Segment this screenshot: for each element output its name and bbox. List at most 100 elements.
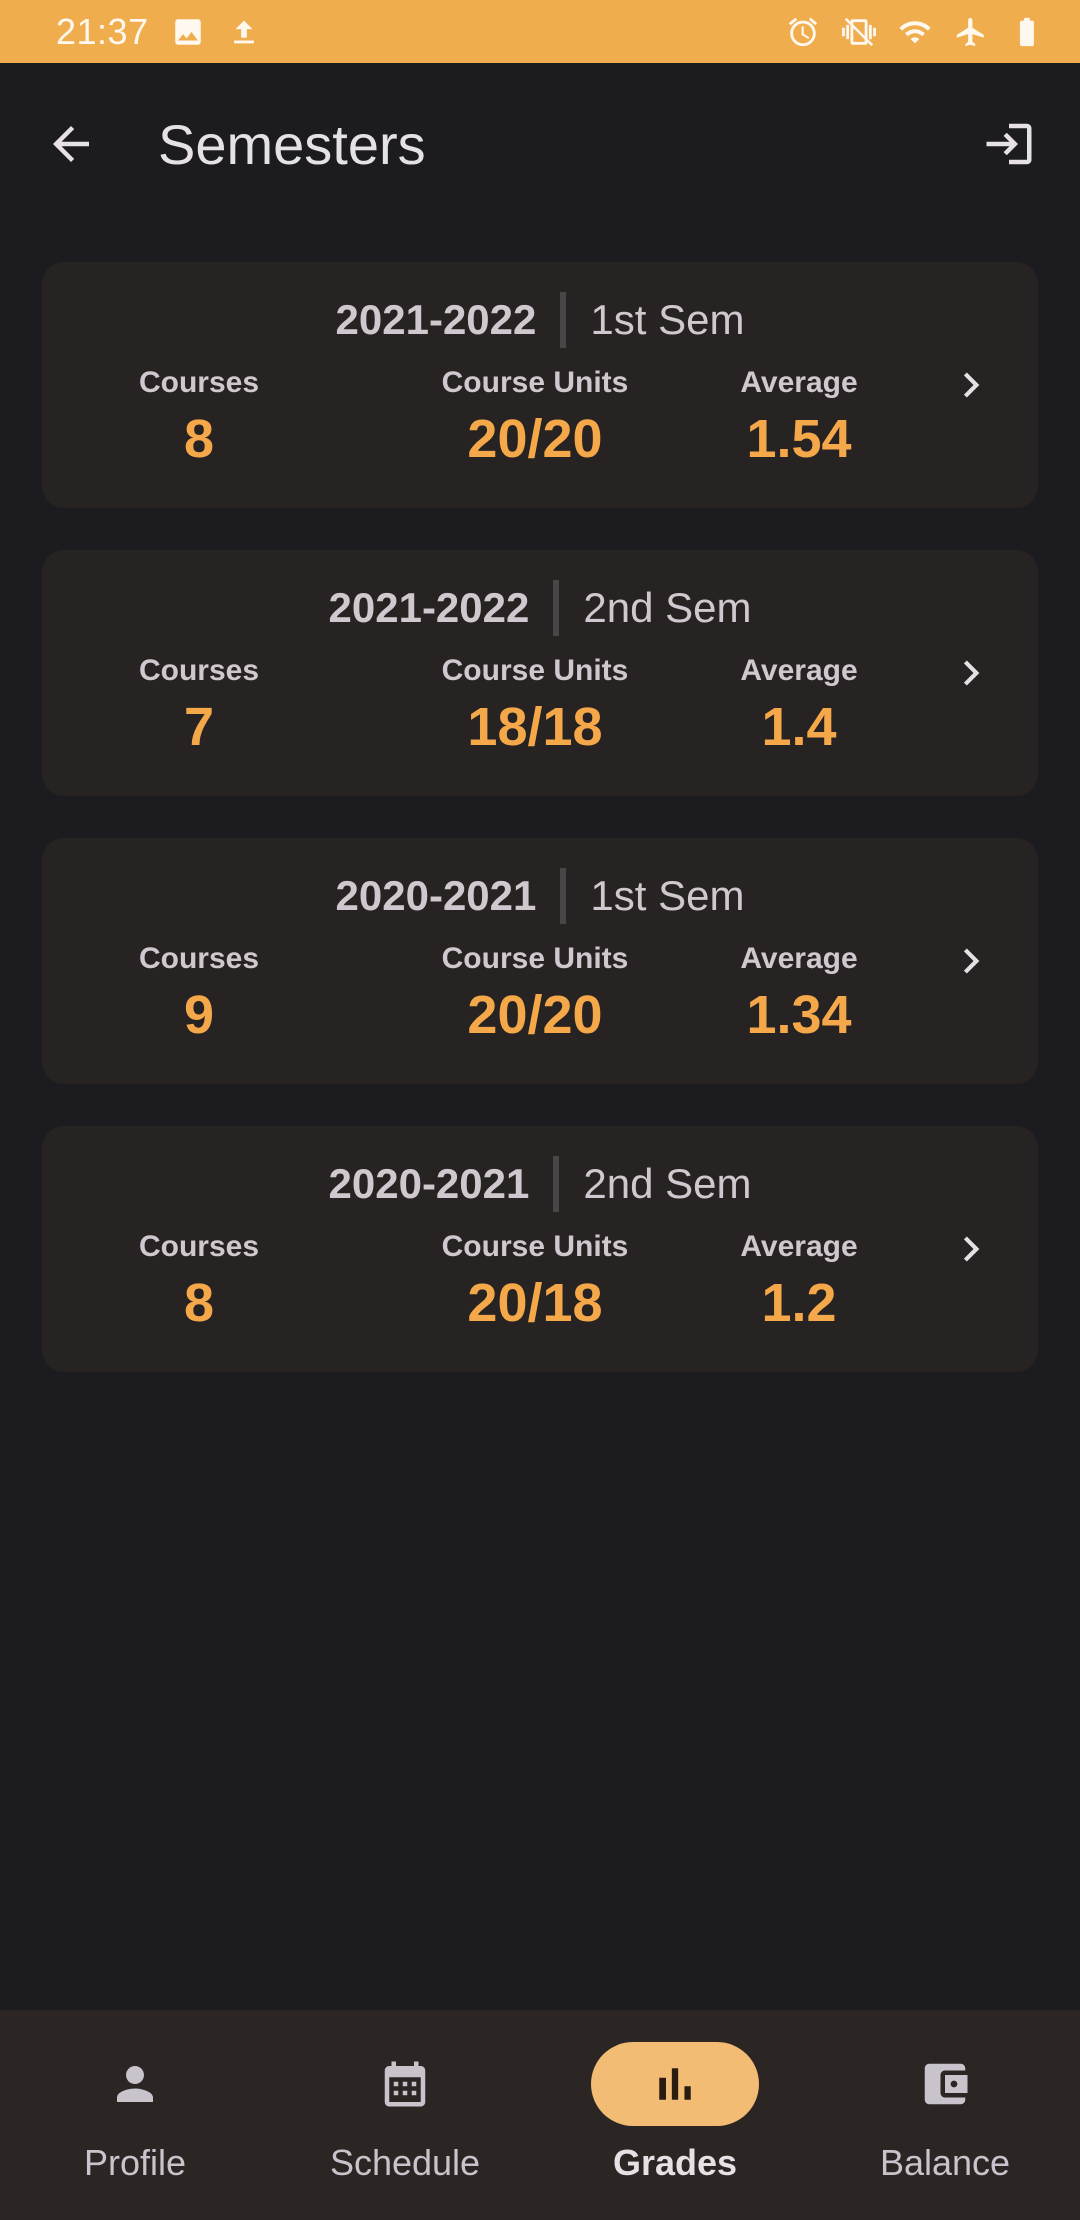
status-time: 21:37: [56, 10, 149, 52]
nav-item-grades[interactable]: Grades: [540, 2010, 810, 2220]
courses-label: Courses: [138, 942, 260, 975]
nav-pill: [861, 2042, 1029, 2126]
app-bar: Semesters: [0, 63, 1080, 225]
units-value: 18/18: [385, 696, 685, 758]
upload-icon: [227, 15, 261, 49]
courses-value: 9: [183, 985, 215, 1045]
courses-label: Courses: [138, 654, 260, 687]
status-right: [786, 15, 1044, 49]
status-left: 21:37: [56, 11, 261, 53]
chevron-right-icon[interactable]: [946, 1224, 996, 1274]
units-earned: 20: [467, 409, 528, 469]
header-divider: [553, 1156, 560, 1212]
back-button[interactable]: [36, 109, 106, 179]
semester-term: 2nd Sem: [583, 584, 752, 631]
average-value: 1.2: [761, 1273, 837, 1333]
units-value: 20/18: [385, 1272, 685, 1334]
courses-stat: Courses 8: [119, 1230, 279, 1334]
nav-label: Balance: [879, 2142, 1011, 2183]
status-bar: 21:37: [0, 0, 1080, 63]
semester-card[interactable]: 2021-2022 2nd Sem Courses 7 Course Units…: [42, 550, 1038, 796]
chevron-right-icon[interactable]: [946, 936, 996, 986]
alarm-icon: [786, 15, 820, 49]
chevron-right-icon[interactable]: [946, 648, 996, 698]
average-label: Average: [740, 1230, 858, 1263]
bar-chart-icon: [659, 2068, 691, 2100]
header-divider: [553, 580, 560, 636]
nav-item-schedule[interactable]: Schedule: [270, 2010, 540, 2220]
semester-year: 2020-2021: [328, 1160, 530, 1207]
person-icon: [117, 2066, 153, 2102]
units-total: 20: [542, 409, 603, 469]
semester-header: 2021-2022 1st Sem: [42, 292, 1038, 348]
semester-card[interactable]: 2020-2021 1st Sem Courses 9 Course Units…: [42, 838, 1038, 1084]
nav-item-profile[interactable]: Profile: [0, 2010, 270, 2220]
semester-year: 2020-2021: [335, 872, 537, 919]
courses-value: 8: [183, 1273, 215, 1333]
semester-card[interactable]: 2021-2022 1st Sem Courses 8 Course Units…: [42, 262, 1038, 508]
units-total: 20: [542, 985, 603, 1045]
nav-label: Profile: [83, 2142, 187, 2183]
semester-term: 1st Sem: [590, 296, 745, 343]
chevron-right-icon[interactable]: [946, 360, 996, 410]
header-divider: [560, 292, 567, 348]
logout-icon: [986, 123, 1032, 165]
courses-value: 8: [183, 409, 215, 469]
battery-icon: [1010, 15, 1044, 49]
semester-card[interactable]: 2020-2021 2nd Sem Courses 8 Course Units…: [42, 1126, 1038, 1372]
semester-header: 2020-2021 2nd Sem: [42, 1156, 1038, 1212]
wallet-icon: [924, 2063, 968, 2105]
units-separator: /: [527, 409, 543, 469]
nav-pill: [51, 2042, 219, 2126]
average-label: Average: [740, 654, 858, 687]
semester-year: 2021-2022: [328, 584, 530, 631]
bottom-nav: Profile Schedule Grades Balance: [0, 2010, 1080, 2220]
units-separator: /: [527, 1273, 543, 1333]
courses-value: 7: [183, 697, 215, 757]
calendar-icon: [384, 2061, 426, 2107]
average-value: 1.34: [746, 985, 852, 1045]
airplane-icon: [954, 15, 988, 49]
average-stat: Average 1.34: [699, 942, 899, 1046]
nav-item-balance[interactable]: Balance: [810, 2010, 1080, 2220]
units-stat: Course Units 20/20: [385, 942, 685, 1046]
units-earned: 20: [467, 985, 528, 1045]
units-stat: Course Units 18/18: [385, 654, 685, 758]
courses-label: Courses: [138, 1230, 260, 1263]
nav-pill: [321, 2042, 489, 2126]
page-title: Semesters: [158, 112, 426, 176]
arrow-back-icon: [53, 126, 89, 162]
units-stat: Course Units 20/20: [385, 366, 685, 470]
semester-term: 1st Sem: [590, 872, 745, 919]
average-stat: Average 1.2: [699, 1230, 899, 1334]
nav-label: Schedule: [329, 2142, 481, 2183]
units-label: Course Units: [441, 942, 629, 975]
semester-header: 2020-2021 1st Sem: [42, 868, 1038, 924]
semester-year: 2021-2022: [335, 296, 537, 343]
units-earned: 20: [467, 1273, 528, 1333]
courses-label: Courses: [138, 366, 260, 399]
image-icon: [171, 15, 205, 49]
average-label: Average: [740, 366, 858, 399]
units-total: 18: [542, 697, 603, 757]
semester-term: 2nd Sem: [583, 1160, 752, 1207]
logout-button[interactable]: [974, 109, 1044, 179]
units-label: Course Units: [441, 366, 629, 399]
units-earned: 18: [467, 697, 528, 757]
units-separator: /: [527, 985, 543, 1045]
vibrate-off-icon: [842, 15, 876, 49]
average-value: 1.4: [761, 697, 837, 757]
semester-header: 2021-2022 2nd Sem: [42, 580, 1038, 636]
nav-label: Grades: [612, 2142, 738, 2183]
units-stat: Course Units 20/18: [385, 1230, 685, 1334]
average-value: 1.54: [746, 409, 852, 469]
units-value: 20/20: [385, 408, 685, 470]
average-stat: Average 1.4: [699, 654, 899, 758]
courses-stat: Courses 7: [119, 654, 279, 758]
units-label: Course Units: [441, 654, 629, 687]
semester-list: 2021-2022 1st Sem Courses 8 Course Units…: [42, 262, 1038, 1414]
units-separator: /: [527, 697, 543, 757]
units-value: 20/20: [385, 984, 685, 1046]
average-label: Average: [740, 942, 858, 975]
units-label: Course Units: [441, 1230, 629, 1263]
